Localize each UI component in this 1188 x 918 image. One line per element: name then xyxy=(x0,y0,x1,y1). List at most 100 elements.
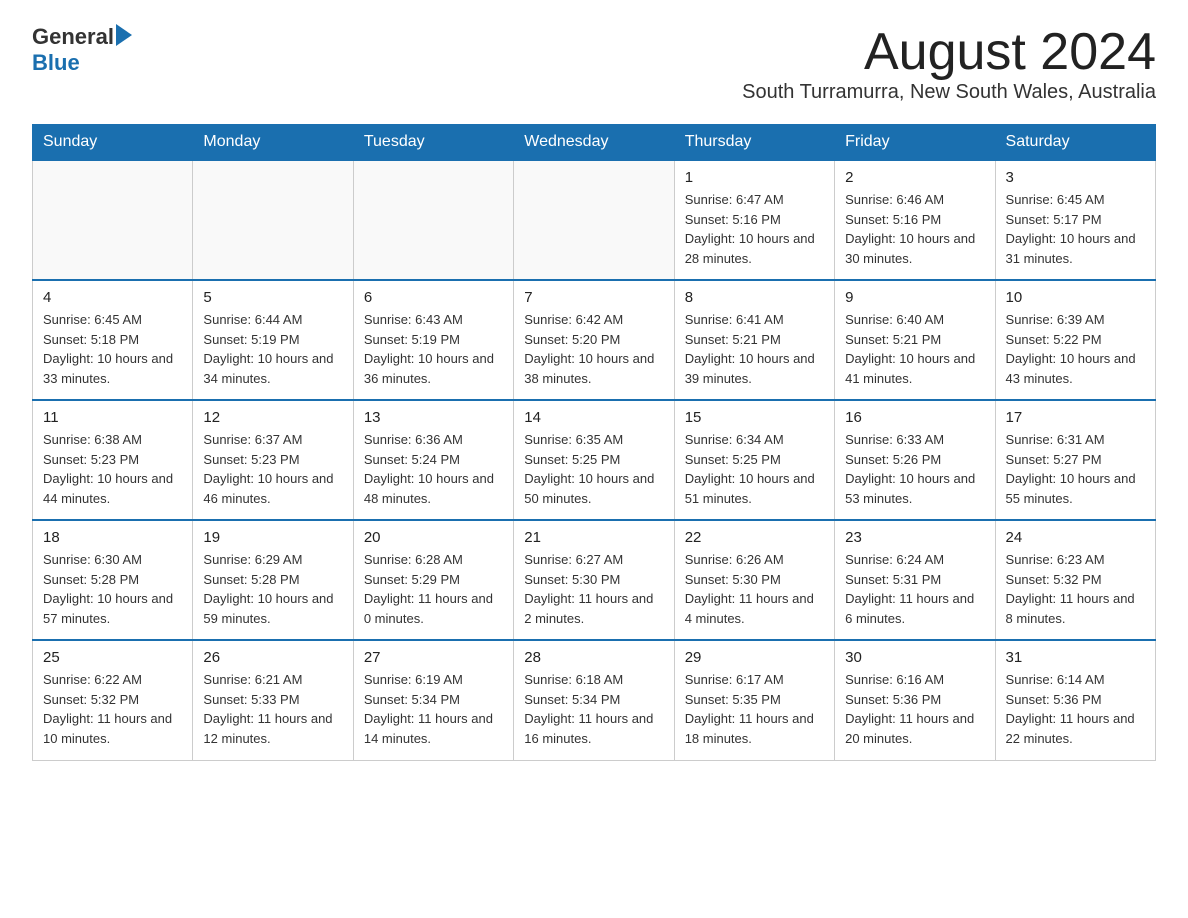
calendar-cell: 23 Sunrise: 6:24 AMSunset: 5:31 PMDayligh… xyxy=(835,520,995,640)
calendar-cell: 25 Sunrise: 6:22 AMSunset: 5:32 PMDayligh… xyxy=(33,640,193,760)
day-number: 11 xyxy=(43,409,182,426)
calendar-cell: 30 Sunrise: 6:16 AMSunset: 5:36 PMDayligh… xyxy=(835,640,995,760)
day-info: Sunrise: 6:16 AMSunset: 5:36 PMDaylight:… xyxy=(845,670,984,748)
day-info: Sunrise: 6:46 AMSunset: 5:16 PMDaylight:… xyxy=(845,190,984,268)
calendar-cell xyxy=(514,160,674,280)
calendar-cell: 9 Sunrise: 6:40 AMSunset: 5:21 PMDaylight… xyxy=(835,280,995,400)
calendar-cell: 28Sunrise: 6:18 AMSunset: 5:34 PMDayligh… xyxy=(514,640,674,760)
logo-triangle-icon xyxy=(116,24,132,46)
day-info: Sunrise: 6:19 AMSunset: 5:34 PMDaylight:… xyxy=(364,670,503,748)
calendar-cell: 22 Sunrise: 6:26 AMSunset: 5:30 PMDayligh… xyxy=(674,520,834,640)
calendar-cell: 2Sunrise: 6:46 AMSunset: 5:16 PMDaylight… xyxy=(835,160,995,280)
day-number: 28 xyxy=(524,649,663,666)
calendar-cell: 18 Sunrise: 6:30 AMSunset: 5:28 PMDayligh… xyxy=(33,520,193,640)
day-info: Sunrise: 6:33 AMSunset: 5:26 PMDaylight:… xyxy=(845,430,984,508)
day-info: Sunrise: 6:45 AMSunset: 5:18 PMDaylight:… xyxy=(43,310,182,388)
day-number: 29 xyxy=(685,649,824,666)
day-info: Sunrise: 6:22 AMSunset: 5:32 PMDaylight:… xyxy=(43,670,182,748)
calendar-cell: 21 Sunrise: 6:27 AMSunset: 5:30 PMDayligh… xyxy=(514,520,674,640)
day-number: 6 xyxy=(364,289,503,306)
day-number: 30 xyxy=(845,649,984,666)
day-info: Sunrise: 6:35 AMSunset: 5:25 PMDaylight:… xyxy=(524,430,663,508)
day-info: Sunrise: 6:44 AMSunset: 5:19 PMDaylight:… xyxy=(203,310,342,388)
logo-general-text: General xyxy=(32,24,114,50)
day-number: 17 xyxy=(1006,409,1145,426)
calendar-cell: 20 Sunrise: 6:28 AMSunset: 5:29 PMDayligh… xyxy=(353,520,513,640)
day-number: 10 xyxy=(1006,289,1145,306)
day-info: Sunrise: 6:45 AMSunset: 5:17 PMDaylight:… xyxy=(1006,190,1145,268)
calendar-cell: 17 Sunrise: 6:31 AMSunset: 5:27 PMDayligh… xyxy=(995,400,1155,520)
day-number: 22 xyxy=(685,529,824,546)
calendar-cell xyxy=(33,160,193,280)
day-info: Sunrise: 6:26 AMSunset: 5:30 PMDaylight:… xyxy=(685,550,824,628)
day-info: Sunrise: 6:24 AMSunset: 5:31 PMDaylight:… xyxy=(845,550,984,628)
calendar-cell: 10 Sunrise: 6:39 AMSunset: 5:22 PMDayligh… xyxy=(995,280,1155,400)
calendar-week-row: 11 Sunrise: 6:38 AMSunset: 5:23 PMDayligh… xyxy=(33,400,1156,520)
day-number: 21 xyxy=(524,529,663,546)
day-info: Sunrise: 6:30 AMSunset: 5:28 PMDaylight:… xyxy=(43,550,182,628)
day-number: 5 xyxy=(203,289,342,306)
day-info: Sunrise: 6:14 AMSunset: 5:36 PMDaylight:… xyxy=(1006,670,1145,748)
title-block: August 2024 South Turramurra, New South … xyxy=(742,24,1156,120)
calendar-cell: 4 Sunrise: 6:45 AMSunset: 5:18 PMDaylight… xyxy=(33,280,193,400)
calendar-cell: 26 Sunrise: 6:21 AMSunset: 5:33 PMDayligh… xyxy=(193,640,353,760)
day-info: Sunrise: 6:47 AMSunset: 5:16 PMDaylight:… xyxy=(685,190,824,268)
day-number: 4 xyxy=(43,289,182,306)
day-info: Sunrise: 6:40 AMSunset: 5:21 PMDaylight:… xyxy=(845,310,984,388)
calendar-week-row: 25 Sunrise: 6:22 AMSunset: 5:32 PMDayligh… xyxy=(33,640,1156,760)
page-subtitle: South Turramurra, New South Wales, Austr… xyxy=(742,81,1156,104)
calendar-week-row: 4 Sunrise: 6:45 AMSunset: 5:18 PMDaylight… xyxy=(33,280,1156,400)
day-number: 3 xyxy=(1006,169,1145,186)
calendar-cell: 24Sunrise: 6:23 AMSunset: 5:32 PMDayligh… xyxy=(995,520,1155,640)
day-number: 18 xyxy=(43,529,182,546)
calendar-cell: 8 Sunrise: 6:41 AMSunset: 5:21 PMDaylight… xyxy=(674,280,834,400)
day-info: Sunrise: 6:42 AMSunset: 5:20 PMDaylight:… xyxy=(524,310,663,388)
logo-blue-text: Blue xyxy=(32,50,80,75)
calendar-cell: 3 Sunrise: 6:45 AMSunset: 5:17 PMDaylight… xyxy=(995,160,1155,280)
calendar-header-friday: Friday xyxy=(835,125,995,161)
calendar-cell: 13Sunrise: 6:36 AMSunset: 5:24 PMDayligh… xyxy=(353,400,513,520)
day-info: Sunrise: 6:41 AMSunset: 5:21 PMDaylight:… xyxy=(685,310,824,388)
day-info: Sunrise: 6:27 AMSunset: 5:30 PMDaylight:… xyxy=(524,550,663,628)
calendar-cell: 16 Sunrise: 6:33 AMSunset: 5:26 PMDayligh… xyxy=(835,400,995,520)
day-info: Sunrise: 6:39 AMSunset: 5:22 PMDaylight:… xyxy=(1006,310,1145,388)
day-number: 19 xyxy=(203,529,342,546)
calendar-cell: 31 Sunrise: 6:14 AMSunset: 5:36 PMDayligh… xyxy=(995,640,1155,760)
day-number: 15 xyxy=(685,409,824,426)
day-number: 12 xyxy=(203,409,342,426)
calendar-header-row: SundayMondayTuesdayWednesdayThursdayFrid… xyxy=(33,125,1156,161)
day-number: 25 xyxy=(43,649,182,666)
calendar-header-tuesday: Tuesday xyxy=(353,125,513,161)
day-info: Sunrise: 6:43 AMSunset: 5:19 PMDaylight:… xyxy=(364,310,503,388)
day-info: Sunrise: 6:29 AMSunset: 5:28 PMDaylight:… xyxy=(203,550,342,628)
day-number: 7 xyxy=(524,289,663,306)
day-info: Sunrise: 6:21 AMSunset: 5:33 PMDaylight:… xyxy=(203,670,342,748)
day-number: 24 xyxy=(1006,529,1145,546)
day-info: Sunrise: 6:28 AMSunset: 5:29 PMDaylight:… xyxy=(364,550,503,628)
day-number: 20 xyxy=(364,529,503,546)
header: General Blue August 2024 South Turramurr… xyxy=(32,24,1156,120)
calendar-cell: 12 Sunrise: 6:37 AMSunset: 5:23 PMDayligh… xyxy=(193,400,353,520)
day-info: Sunrise: 6:37 AMSunset: 5:23 PMDaylight:… xyxy=(203,430,342,508)
calendar-cell: 1 Sunrise: 6:47 AMSunset: 5:16 PMDaylight… xyxy=(674,160,834,280)
calendar-cell: 19 Sunrise: 6:29 AMSunset: 5:28 PMDayligh… xyxy=(193,520,353,640)
day-number: 14 xyxy=(524,409,663,426)
calendar-table: SundayMondayTuesdayWednesdayThursdayFrid… xyxy=(32,124,1156,761)
calendar-cell xyxy=(193,160,353,280)
day-info: Sunrise: 6:38 AMSunset: 5:23 PMDaylight:… xyxy=(43,430,182,508)
day-number: 1 xyxy=(685,169,824,186)
day-number: 16 xyxy=(845,409,984,426)
calendar-header-sunday: Sunday xyxy=(33,125,193,161)
day-number: 26 xyxy=(203,649,342,666)
day-number: 27 xyxy=(364,649,503,666)
calendar-cell: 6 Sunrise: 6:43 AMSunset: 5:19 PMDaylight… xyxy=(353,280,513,400)
day-number: 9 xyxy=(845,289,984,306)
day-number: 8 xyxy=(685,289,824,306)
day-info: Sunrise: 6:34 AMSunset: 5:25 PMDaylight:… xyxy=(685,430,824,508)
day-info: Sunrise: 6:31 AMSunset: 5:27 PMDaylight:… xyxy=(1006,430,1145,508)
calendar-week-row: 18 Sunrise: 6:30 AMSunset: 5:28 PMDayligh… xyxy=(33,520,1156,640)
calendar-cell xyxy=(353,160,513,280)
day-number: 31 xyxy=(1006,649,1145,666)
calendar-cell: 5 Sunrise: 6:44 AMSunset: 5:19 PMDaylight… xyxy=(193,280,353,400)
day-number: 23 xyxy=(845,529,984,546)
